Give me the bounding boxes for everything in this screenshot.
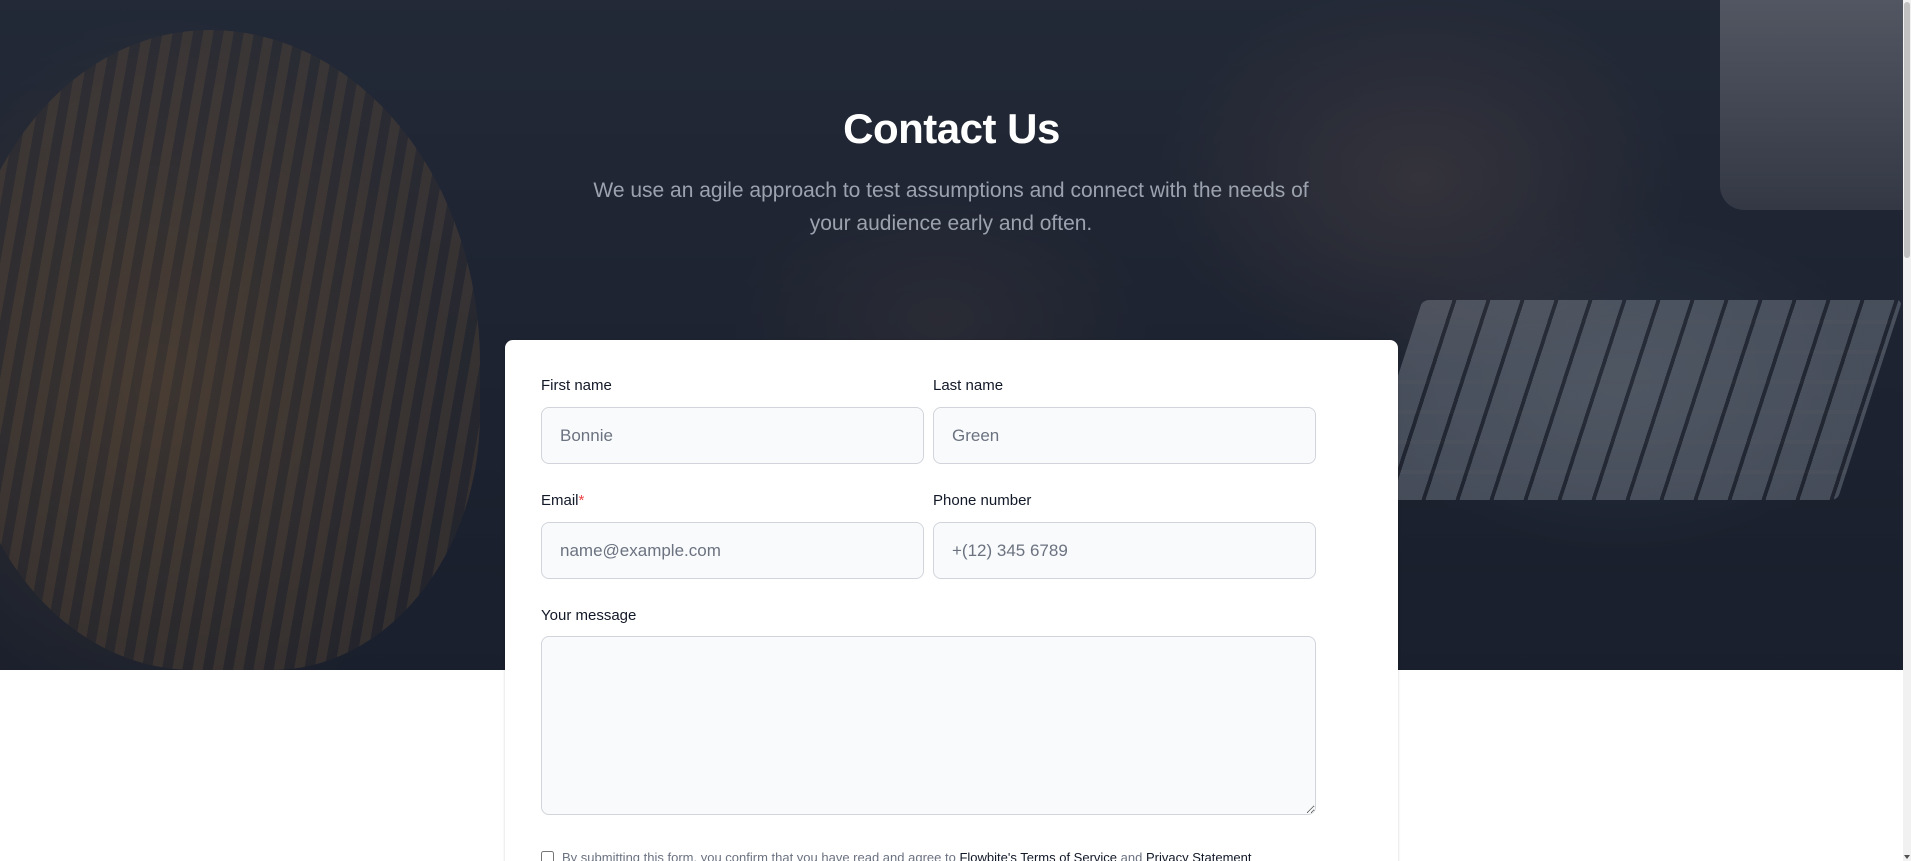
terms-of-service-link[interactable]: Flowbite's Terms of Service	[959, 850, 1117, 861]
terms-prefix: By submitting this form, you confirm tha…	[562, 850, 956, 861]
hero-photo-keyboard	[1357, 300, 1903, 500]
page-scrollbar[interactable]	[1903, 0, 1911, 861]
scroll-down-arrow-icon[interactable]	[1904, 855, 1910, 859]
message-textarea[interactable]	[541, 636, 1316, 815]
first-name-label: First name	[541, 377, 612, 394]
contact-page: Contact Us We use an agile approach to t…	[0, 0, 1911, 861]
message-label: Your message	[541, 607, 637, 624]
phone-input[interactable]	[933, 522, 1316, 579]
terms-agreement: By submitting this form, you confirm tha…	[541, 850, 1251, 861]
page-title: Contact Us	[843, 105, 1060, 152]
first-name-input[interactable]	[541, 407, 924, 464]
email-label: Email*	[541, 491, 584, 511]
terms-checkbox[interactable]	[541, 851, 554, 861]
email-input[interactable]	[541, 522, 924, 579]
contact-form: First name Last name Email* Phone number…	[505, 340, 1398, 861]
required-asterisk: *	[578, 492, 585, 509]
page-subtitle: We use an agile approach to test assumpt…	[593, 179, 1309, 235]
phone-label: Phone number	[933, 492, 1032, 509]
last-name-input[interactable]	[933, 407, 1316, 464]
privacy-statement-link[interactable]: Privacy Statement	[1146, 850, 1252, 861]
email-label-text: Email	[541, 492, 579, 509]
terms-joiner: and	[1120, 850, 1143, 861]
last-name-label: Last name	[933, 377, 1004, 394]
scrollbar-thumb[interactable]	[1904, 2, 1910, 258]
